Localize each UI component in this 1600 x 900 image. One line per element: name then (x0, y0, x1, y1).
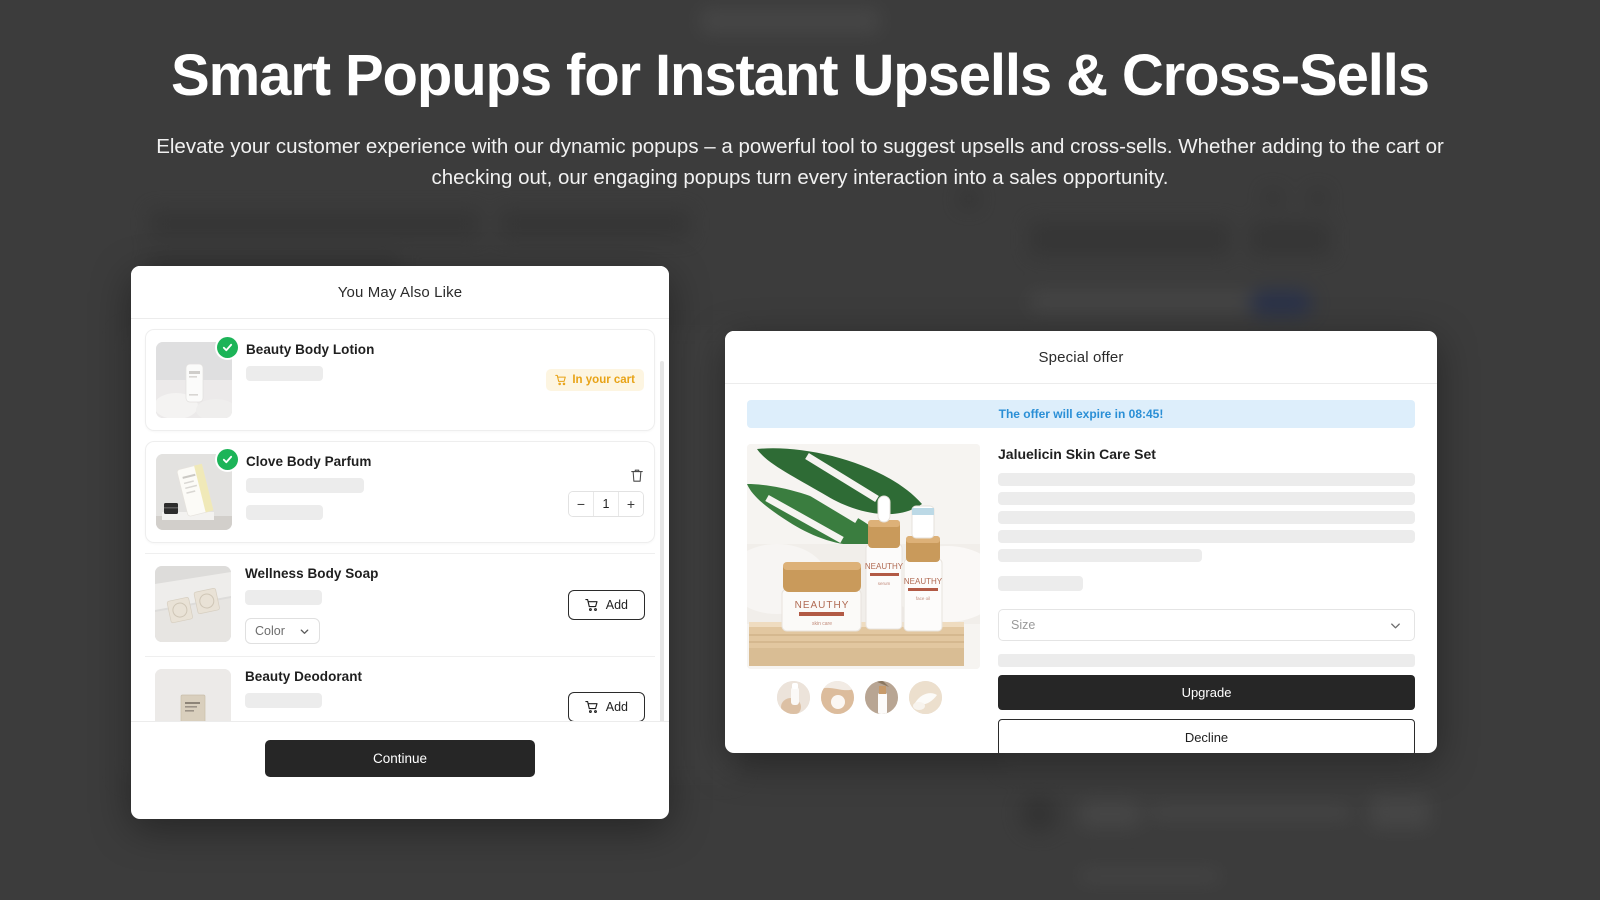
offer-thumbnail-strip (747, 681, 980, 714)
offer-thumbnail-3[interactable] (865, 681, 898, 714)
offer-thumbnail-2[interactable] (821, 681, 854, 714)
hero-section: Smart Popups for Instant Upsells & Cross… (0, 43, 1600, 193)
table-row[interactable]: Beauty Body Lotion In your cart (145, 329, 655, 431)
variant-select-color[interactable]: Color (245, 618, 320, 644)
add-to-cart-button[interactable]: Add (567, 590, 645, 620)
product-actions: Add (549, 669, 645, 721)
description-placeholder-line (998, 549, 1203, 562)
svg-text:skin care: skin care (812, 621, 832, 627)
upsell-popup-title: You May Also Like (337, 283, 463, 301)
in-cart-check-icon (217, 337, 238, 358)
price-placeholder (246, 505, 323, 520)
product-thumbnail-wrap (155, 669, 231, 721)
description-placeholder-line (998, 530, 1415, 543)
svg-text:NEAUTHY: NEAUTHY (904, 577, 943, 586)
offer-popup-body: The offer will expire in 08:45! NEAUTHY … (725, 384, 1437, 753)
page-subtitle: Elevate your customer experience with ou… (156, 134, 1444, 190)
in-cart-label: In your cart (572, 374, 635, 386)
add-to-cart-label: Add (605, 598, 628, 612)
product-name: Clove Body Parfum (246, 454, 372, 469)
product-actions: Add (549, 566, 645, 644)
product-name: Beauty Body Lotion (246, 342, 375, 357)
price-placeholder (245, 590, 322, 605)
upsell-list-scrollbar[interactable] (660, 361, 664, 721)
offer-thumbnail-1[interactable] (777, 681, 810, 714)
svg-text:NEAUTHY: NEAUTHY (795, 600, 850, 611)
svg-text:NEAUTHY: NEAUTHY (865, 562, 904, 571)
quantity-stepper[interactable]: − 1 + (568, 490, 644, 517)
offer-popup-title: Special offer (1038, 348, 1124, 366)
price-placeholder (246, 366, 323, 381)
continue-button[interactable]: Continue (265, 740, 535, 777)
quantity-value: 1 (593, 491, 619, 516)
offer-popup-header: Special offer (725, 331, 1437, 384)
in-cart-check-icon (217, 449, 238, 470)
status-badge: In your cart (546, 369, 644, 391)
product-thumbnail-wrap (156, 337, 238, 418)
chevron-down-icon (300, 628, 309, 634)
upsell-product-list[interactable]: Beauty Body Lotion In your cart Clove Bo… (131, 319, 669, 721)
description-placeholder-line (998, 492, 1415, 505)
svg-text:serum: serum (878, 581, 891, 586)
price-placeholder (245, 693, 322, 708)
table-row[interactable]: Wellness Body Soap Color Add (145, 553, 655, 656)
product-actions: − 1 + (548, 454, 644, 530)
product-thumbnail-wrap (155, 566, 231, 642)
svg-text:face oil: face oil (916, 596, 930, 601)
variant-select-label: Color (255, 624, 285, 638)
upsell-popup-header: You May Also Like (131, 266, 669, 319)
product-info: Wellness Body Soap Color (231, 566, 549, 644)
offer-product-details: Jaluelicin Skin Care Set Size Upgrade De… (998, 444, 1415, 753)
cart-icon (585, 701, 598, 713)
size-select-placeholder: Size (1011, 618, 1036, 632)
description-placeholder-line (998, 511, 1415, 524)
upsell-popup-footer: Continue (131, 721, 669, 795)
wellness-body-soap-image (155, 566, 231, 642)
product-info: Beauty Body Lotion (232, 342, 546, 381)
product-name: Wellness Body Soap (245, 566, 379, 581)
offer-gallery: NEAUTHY skin care NEAUTHY serum NEAUTHY … (747, 444, 980, 753)
product-name: Beauty Deodorant (245, 669, 363, 684)
remove-item-button[interactable] (630, 468, 644, 483)
page-title: Smart Popups for Instant Upsells & Cross… (171, 43, 1430, 108)
variant-placeholder (246, 478, 364, 493)
upsell-popup: You May Also Like Beauty Body Lotion In … (131, 266, 669, 819)
add-to-cart-button[interactable]: Add (567, 692, 645, 721)
offer-thumbnail-4[interactable] (909, 681, 942, 714)
price-placeholder (998, 576, 1083, 591)
offer-product-name: Jaluelicin Skin Care Set (998, 446, 1156, 462)
product-thumbnail-wrap (156, 449, 238, 530)
product-actions: In your cart (546, 342, 644, 418)
special-offer-popup: Special offer The offer will expire in 0… (725, 331, 1437, 753)
offer-expiry-banner: The offer will expire in 08:45! (747, 400, 1415, 428)
size-select[interactable]: Size (998, 609, 1415, 641)
page-root: Smart Popups for Instant Upsells & Cross… (0, 0, 1600, 900)
cart-icon (555, 374, 567, 386)
quantity-increment-button[interactable]: + (619, 491, 643, 516)
beauty-deodorant-image (155, 669, 231, 721)
upgrade-button[interactable]: Upgrade (998, 675, 1415, 710)
description-placeholder-line (998, 473, 1415, 486)
cart-icon (585, 599, 598, 611)
table-row[interactable]: Beauty Deodorant Add (145, 656, 655, 721)
product-info: Beauty Deodorant (231, 669, 549, 708)
decline-button[interactable]: Decline (998, 719, 1415, 753)
table-row[interactable]: Clove Body Parfum − 1 + (145, 441, 655, 543)
chevron-down-icon (1391, 622, 1400, 628)
trash-icon (631, 469, 643, 482)
offer-content: NEAUTHY skin care NEAUTHY serum NEAUTHY … (747, 444, 1415, 753)
quantity-decrement-button[interactable]: − (569, 491, 593, 516)
offer-price-placeholder (998, 654, 1415, 667)
product-info: Clove Body Parfum (232, 454, 548, 520)
add-to-cart-label: Add (605, 700, 628, 714)
offer-product-image[interactable]: NEAUTHY skin care NEAUTHY serum NEAUTHY … (747, 444, 980, 669)
